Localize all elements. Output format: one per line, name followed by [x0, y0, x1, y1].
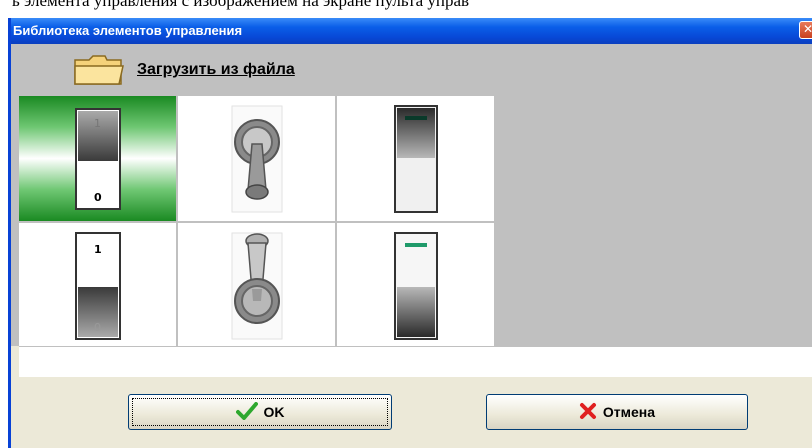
ok-label: OK: [263, 404, 285, 420]
close-button[interactable]: ✕: [799, 21, 812, 39]
slide-switch-icon: [393, 104, 438, 213]
toolbar: Загрузить из файла: [11, 44, 812, 96]
library-item-rocker-0[interactable]: 1 0: [19, 96, 176, 221]
load-from-file-button[interactable]: Загрузить из файла: [71, 52, 371, 86]
library-item-slide-green[interactable]: [337, 223, 494, 348]
toggle-switch-icon: [231, 105, 282, 212]
window-title: Библиотека элементов управления: [13, 23, 243, 38]
control-library-grid: 1 0 1 0: [19, 96, 494, 348]
library-item-toggle-down[interactable]: [178, 96, 335, 221]
library-item-rocker-1[interactable]: 1 0: [19, 223, 176, 348]
toggle-switch-icon: [231, 232, 282, 339]
library-area: 1 0 1 0: [11, 96, 812, 348]
slide-switch-icon: [393, 231, 438, 340]
library-item-toggle-up[interactable]: [178, 223, 335, 348]
rocker-top-label: 1: [94, 117, 101, 130]
library-dialog: Библиотека элементов управления ✕ Загруз…: [8, 18, 812, 448]
cross-icon: [579, 402, 597, 423]
title-bar[interactable]: Библиотека элементов управления ✕: [11, 18, 812, 44]
ok-button[interactable]: OK: [128, 394, 392, 430]
library-item-slide-dark[interactable]: [337, 96, 494, 221]
background-document-text: ь элемента управления с изображением на …: [12, 0, 470, 10]
rocker-switch-icon: 1 0: [74, 107, 121, 210]
rocker-bottom-label: 0: [94, 321, 101, 334]
cancel-button[interactable]: Отмена: [486, 394, 748, 430]
load-from-file-label: Загрузить из файла: [137, 61, 295, 78]
library-empty-row: [19, 346, 812, 377]
focus-rectangle: [132, 398, 388, 426]
rocker-bottom-label: 0: [94, 191, 102, 204]
rocker-switch-icon: 1 0: [74, 231, 121, 340]
close-icon: ✕: [802, 22, 812, 36]
cancel-label: Отмена: [602, 404, 656, 420]
rocker-top-label: 1: [94, 243, 102, 256]
folder-icon: [74, 55, 124, 85]
